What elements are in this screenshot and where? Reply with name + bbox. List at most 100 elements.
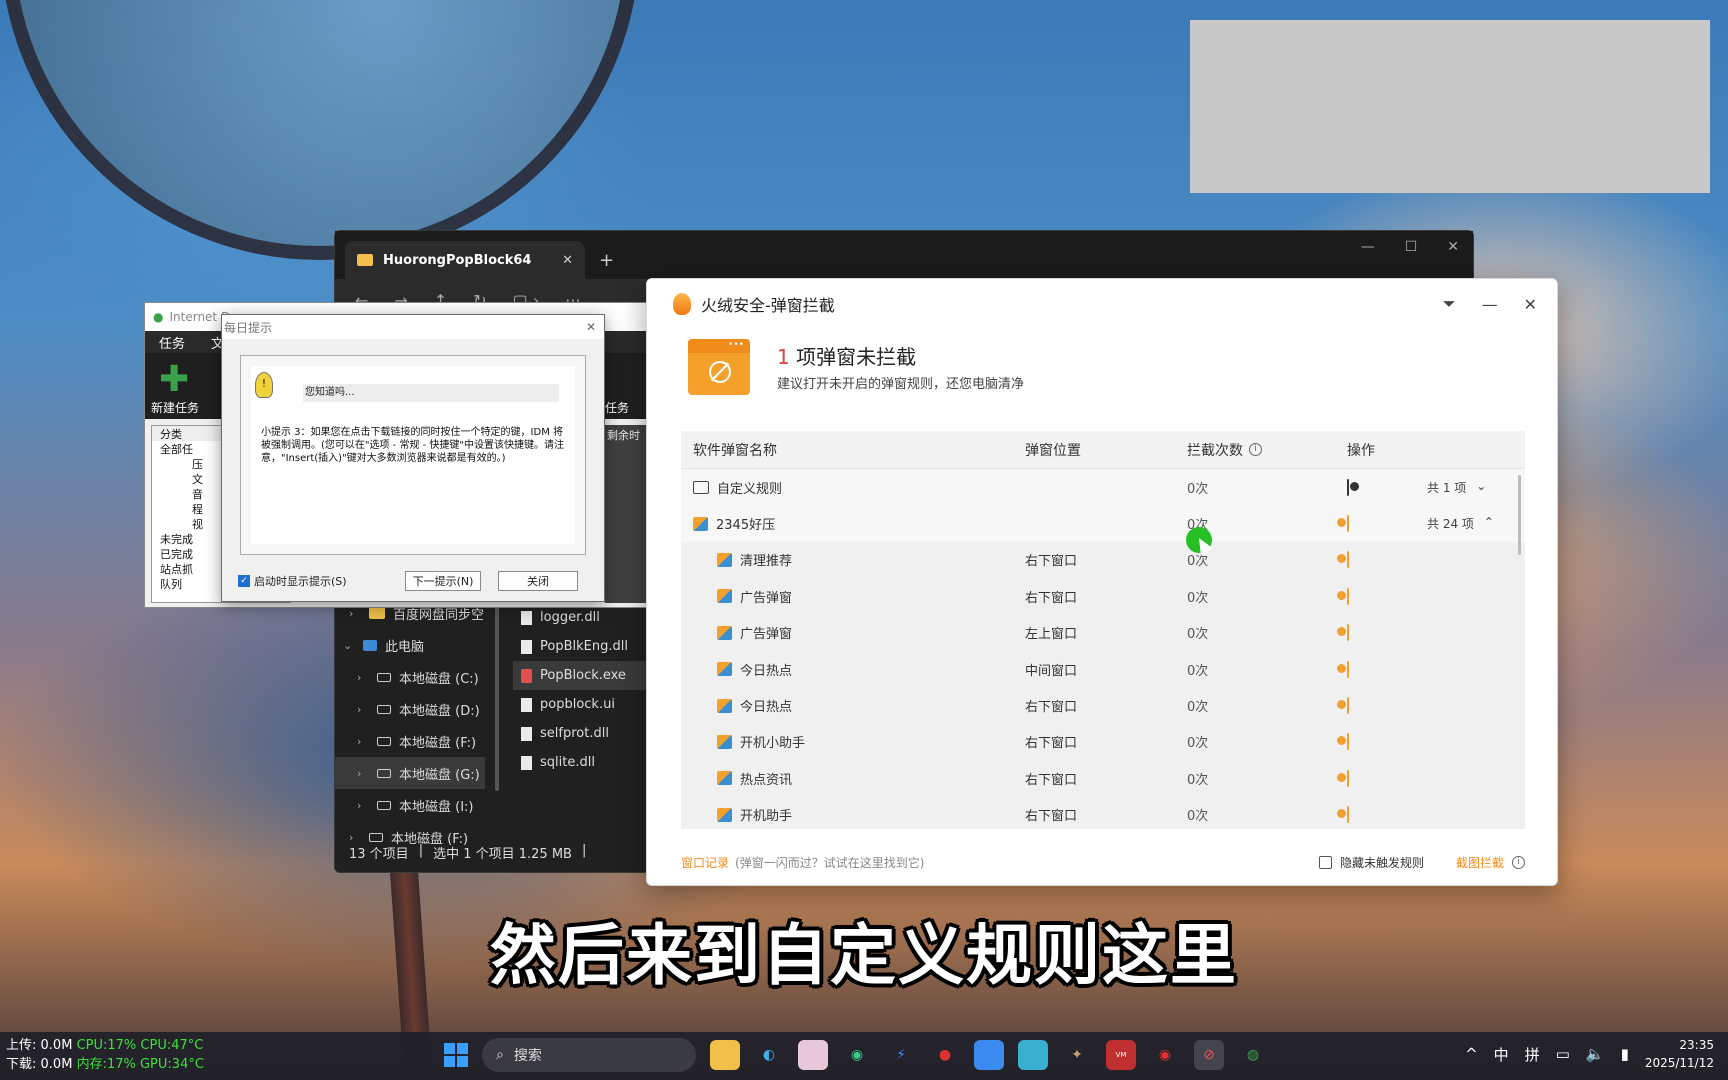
- windows-start-icon[interactable]: [444, 1043, 468, 1067]
- toggle-on[interactable]: [1347, 806, 1349, 824]
- toggle-on[interactable]: [1347, 733, 1349, 751]
- column-header-action: 操作: [1347, 442, 1375, 459]
- rule-row[interactable]: 开机小助手 右下窗口 0次: [681, 724, 1525, 760]
- teal-app-icon[interactable]: [1018, 1040, 1048, 1070]
- chevron-right-icon[interactable]: ›: [357, 671, 369, 684]
- tools-app-icon[interactable]: ✦: [1062, 1040, 1092, 1070]
- green-app-icon[interactable]: ◉: [842, 1040, 872, 1070]
- table-scrollbar[interactable]: [1518, 475, 1521, 555]
- toggle-on[interactable]: [1347, 587, 1349, 605]
- rule-row[interactable]: 今日热点 中间窗口 0次: [681, 651, 1525, 687]
- chevron-right-icon[interactable]: ›: [357, 735, 369, 748]
- battery-icon[interactable]: ▮: [1621, 1045, 1629, 1063]
- idm-taskbar-icon[interactable]: ◍: [1238, 1040, 1268, 1070]
- rule-row[interactable]: 今日热点 右下窗口 0次: [681, 687, 1525, 723]
- feishu-app-icon[interactable]: [974, 1040, 1004, 1070]
- taskbar-clock[interactable]: 23:35 2025/11/12: [1645, 1036, 1714, 1072]
- next-tip-button[interactable]: 下一提示(N): [405, 571, 481, 591]
- file-item[interactable]: sqlite.dll: [513, 748, 653, 777]
- group-row[interactable]: 2345好压 0次共 24 项 ⌃: [681, 505, 1525, 542]
- file-item[interactable]: PopBlock.exe: [513, 661, 653, 690]
- huorong-title: 火绒安全-弹窗拦截: [701, 296, 835, 315]
- idm-menu-task[interactable]: 任务: [159, 333, 185, 352]
- toggle-on[interactable]: [1347, 660, 1349, 678]
- checkbox-checked-icon[interactable]: ✓: [238, 575, 250, 587]
- tip-heading: 您知道吗...: [303, 384, 559, 402]
- sidebar-item[interactable]: › 本地磁盘 (C:): [335, 661, 485, 693]
- ime-mode-chinese[interactable]: 中: [1494, 1044, 1509, 1065]
- close-icon[interactable]: ✕: [1447, 239, 1459, 255]
- chevron-right-icon[interactable]: ›: [349, 831, 361, 844]
- file-explorer-taskbar-icon[interactable]: [710, 1040, 740, 1070]
- group-row[interactable]: 自定义规则 0次 共 1 项 ⌄: [681, 469, 1525, 506]
- tray-expand-icon[interactable]: ^: [1465, 1045, 1478, 1063]
- hide-untriggered-checkbox[interactable]: [1318, 855, 1332, 869]
- file-item[interactable]: popblock.ui: [513, 690, 653, 719]
- tip-frame: ! 您知道吗... 小提示 3：如果您在点击下载链接的同时按住一个特定的键，ID…: [240, 355, 586, 555]
- toggle-on[interactable]: [1347, 697, 1349, 715]
- search-icon: ⌕: [496, 1047, 504, 1063]
- volume-icon[interactable]: 🔈: [1586, 1045, 1605, 1063]
- info-icon[interactable]: i: [1249, 443, 1262, 456]
- record-app-icon[interactable]: ●: [930, 1040, 960, 1070]
- huorong-popblock-taskbar-icon[interactable]: ⊘: [1194, 1040, 1224, 1070]
- blue-app-icon[interactable]: ⚡: [886, 1040, 916, 1070]
- screenshot-block-link[interactable]: 截图拦截: [1456, 854, 1504, 871]
- file-item[interactable]: PopBlkEng.dll: [513, 632, 653, 661]
- rule-row[interactable]: 开机助手 右下窗口 0次: [681, 797, 1525, 829]
- group-total[interactable]: 共 1 项 ⌄: [1427, 479, 1486, 496]
- toggle-on[interactable]: [1347, 551, 1349, 569]
- rule-row[interactable]: 广告弹窗 右下窗口 0次: [681, 578, 1525, 614]
- sidebar-item[interactable]: › 本地磁盘 (F:): [335, 725, 485, 757]
- network-icon[interactable]: ▭: [1556, 1045, 1570, 1063]
- sidebar-item[interactable]: › 本地磁盘 (D:): [335, 693, 485, 725]
- rule-row[interactable]: 广告弹窗 左上窗口 0次: [681, 615, 1525, 651]
- edge-browser-icon[interactable]: ◐: [754, 1040, 784, 1070]
- explorer-sidebar: › 百度网盘同步空 ⌄ 此电脑 › 本地磁盘 (C:) › 本地磁盘 (D:) › 本地磁盘 (F…: [335, 597, 485, 853]
- file-item[interactable]: selfprot.dll: [513, 719, 653, 748]
- new-task-label[interactable]: 新建任务: [151, 399, 199, 416]
- action-cell: [1347, 478, 1349, 496]
- toggle-on[interactable]: [1347, 769, 1349, 787]
- chevron-down-icon[interactable]: ⌄: [343, 639, 355, 652]
- dropdown-menu-icon[interactable]: ⏷: [1443, 294, 1456, 314]
- chevron-right-icon[interactable]: ›: [349, 607, 361, 620]
- toggle-off[interactable]: [1347, 478, 1349, 496]
- group-total[interactable]: 共 24 项 ⌃: [1427, 515, 1494, 532]
- toggle-on[interactable]: [1347, 624, 1349, 642]
- sidebar-item[interactable]: ⌄ 此电脑: [335, 629, 485, 661]
- sidebar-item[interactable]: › 本地磁盘 (G:): [335, 757, 485, 789]
- file-name: logger.dll: [540, 610, 600, 625]
- tip-close-icon[interactable]: ✕: [586, 320, 596, 334]
- app-icon: [717, 625, 732, 640]
- taskbar-search[interactable]: ⌕ 搜索: [482, 1038, 696, 1072]
- tab-close-icon[interactable]: ✕: [562, 253, 573, 268]
- window-record-link[interactable]: 窗口记录: [681, 854, 729, 871]
- chevron-up-icon[interactable]: ⌃: [1484, 515, 1494, 532]
- chevron-right-icon[interactable]: ›: [357, 703, 369, 716]
- new-tab-button[interactable]: +: [585, 250, 628, 279]
- rule-row[interactable]: 清理推荐 右下窗口 0次: [681, 542, 1525, 578]
- info-icon[interactable]: i: [1512, 855, 1525, 869]
- chevron-right-icon[interactable]: ›: [357, 767, 369, 780]
- voicemeeter-icon[interactable]: VM: [1106, 1040, 1136, 1070]
- ime-pinyin[interactable]: 拼: [1525, 1044, 1540, 1065]
- rule-row[interactable]: 热点资讯 右下窗口 0次: [681, 760, 1525, 796]
- show-at-startup-checkbox[interactable]: ✓ 启动时显示提示(S): [238, 573, 347, 589]
- add-task-icon[interactable]: ✚: [159, 359, 189, 400]
- toggle-on[interactable]: [1347, 515, 1349, 533]
- close-icon[interactable]: ✕: [1524, 295, 1537, 314]
- explorer-tab[interactable]: HuorongPopBlock64 ✕: [345, 241, 585, 279]
- sidebar-splitter[interactable]: [495, 591, 499, 791]
- close-tip-button[interactable]: 关闭: [498, 571, 578, 591]
- minimize-icon[interactable]: —: [1361, 239, 1375, 255]
- anime-app-icon[interactable]: [798, 1040, 828, 1070]
- minimize-icon[interactable]: —: [1482, 295, 1498, 314]
- obs-record-icon[interactable]: ◉: [1150, 1040, 1180, 1070]
- maximize-icon[interactable]: ☐: [1405, 239, 1418, 255]
- chevron-right-icon[interactable]: ›: [357, 799, 369, 812]
- sidebar-item[interactable]: › 本地磁盘 (I:): [335, 789, 485, 821]
- app-icon: [717, 771, 732, 786]
- task-label[interactable]: 任务: [605, 399, 629, 416]
- chevron-down-icon[interactable]: ⌄: [1476, 479, 1486, 496]
